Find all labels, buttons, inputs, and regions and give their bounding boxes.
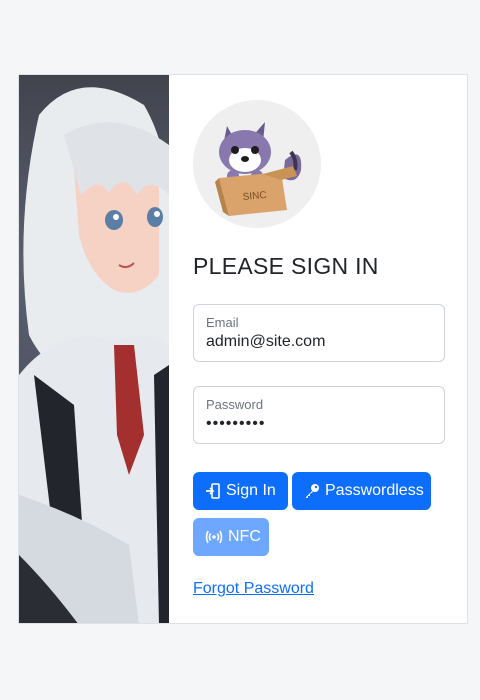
side-illustration <box>19 75 169 623</box>
logo-avatar: SINC <box>193 100 321 228</box>
nfc-label: NFC <box>228 528 261 545</box>
login-card: SINC PLEASE SIGN IN Email Password Sign … <box>18 74 468 624</box>
passwordless-label: Passwordless <box>325 482 424 499</box>
email-label: Email <box>206 315 239 330</box>
password-input[interactable] <box>206 415 431 433</box>
key-icon <box>304 483 320 499</box>
form-area: SINC PLEASE SIGN IN Email Password Sign … <box>169 75 467 623</box>
nfc-button[interactable]: NFC <box>193 518 269 556</box>
sign-in-icon <box>205 483 221 499</box>
sign-in-label: Sign In <box>226 482 276 499</box>
password-field[interactable]: Password <box>193 386 445 444</box>
logo-box-text: SINC <box>242 190 267 203</box>
email-field[interactable]: Email <box>193 304 445 362</box>
password-label: Password <box>206 397 264 412</box>
sign-in-button[interactable]: Sign In <box>193 472 288 510</box>
passwordless-button[interactable]: Passwordless <box>292 472 431 510</box>
forgot-password-link[interactable]: Forgot Password <box>193 580 314 598</box>
nfc-icon <box>205 529 223 545</box>
email-input[interactable] <box>206 333 431 351</box>
page-title: PLEASE SIGN IN <box>193 253 379 279</box>
